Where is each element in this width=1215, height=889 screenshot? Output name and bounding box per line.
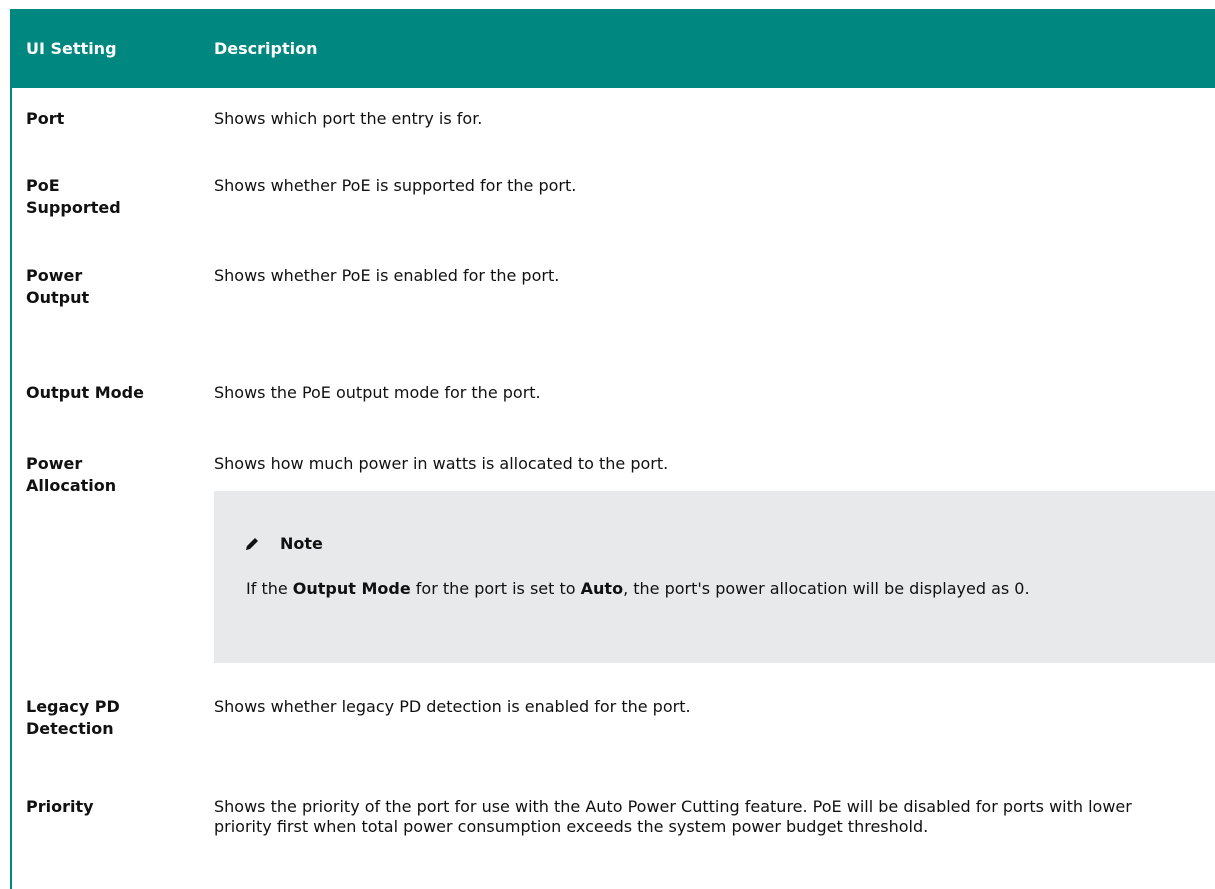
setting-name: Output Mode <box>26 383 144 402</box>
setting-name: Port <box>26 109 65 128</box>
pencil-icon <box>246 537 258 550</box>
setting-description: Shows whether legacy PD detection is ena… <box>214 697 691 716</box>
note-text-part: If the <box>246 579 293 598</box>
note-bold-auto: Auto <box>580 579 624 598</box>
setting-description: Shows which port the entry is for. <box>214 109 483 128</box>
column-header-description: Description <box>214 39 318 58</box>
setting-description: Shows whether PoE is enabled for the por… <box>214 266 560 285</box>
ui-settings-table: UI Setting Description Port Shows which … <box>10 9 1215 889</box>
column-header-ui-setting: UI Setting <box>26 39 117 58</box>
note-title: Note <box>280 534 323 553</box>
note-body: If the Output Mode for the port is set t… <box>246 578 1146 600</box>
setting-description: Shows how much power in watts is allocat… <box>214 454 669 473</box>
note-heading: Note <box>244 534 323 553</box>
setting-name: Power Allocation <box>26 454 117 495</box>
setting-name: PoE Supported <box>26 176 121 217</box>
setting-description: Shows the PoE output mode for the port. <box>214 383 541 402</box>
note-callout: Note If the Output Mode for the port is … <box>214 491 1215 663</box>
setting-description: Shows the priority of the port for use w… <box>214 797 1132 836</box>
note-text-part: , the port's power allocation will be di… <box>623 579 1030 598</box>
note-text-part: for the port is set to <box>410 579 581 598</box>
setting-name: Priority <box>26 797 94 816</box>
setting-description: Shows whether PoE is supported for the p… <box>214 176 577 195</box>
setting-name: Legacy PD Detection <box>26 697 120 738</box>
setting-name: Power Output <box>26 266 90 307</box>
note-bold-output-mode: Output Mode <box>292 579 411 598</box>
table-header: UI Setting Description <box>12 9 1215 88</box>
